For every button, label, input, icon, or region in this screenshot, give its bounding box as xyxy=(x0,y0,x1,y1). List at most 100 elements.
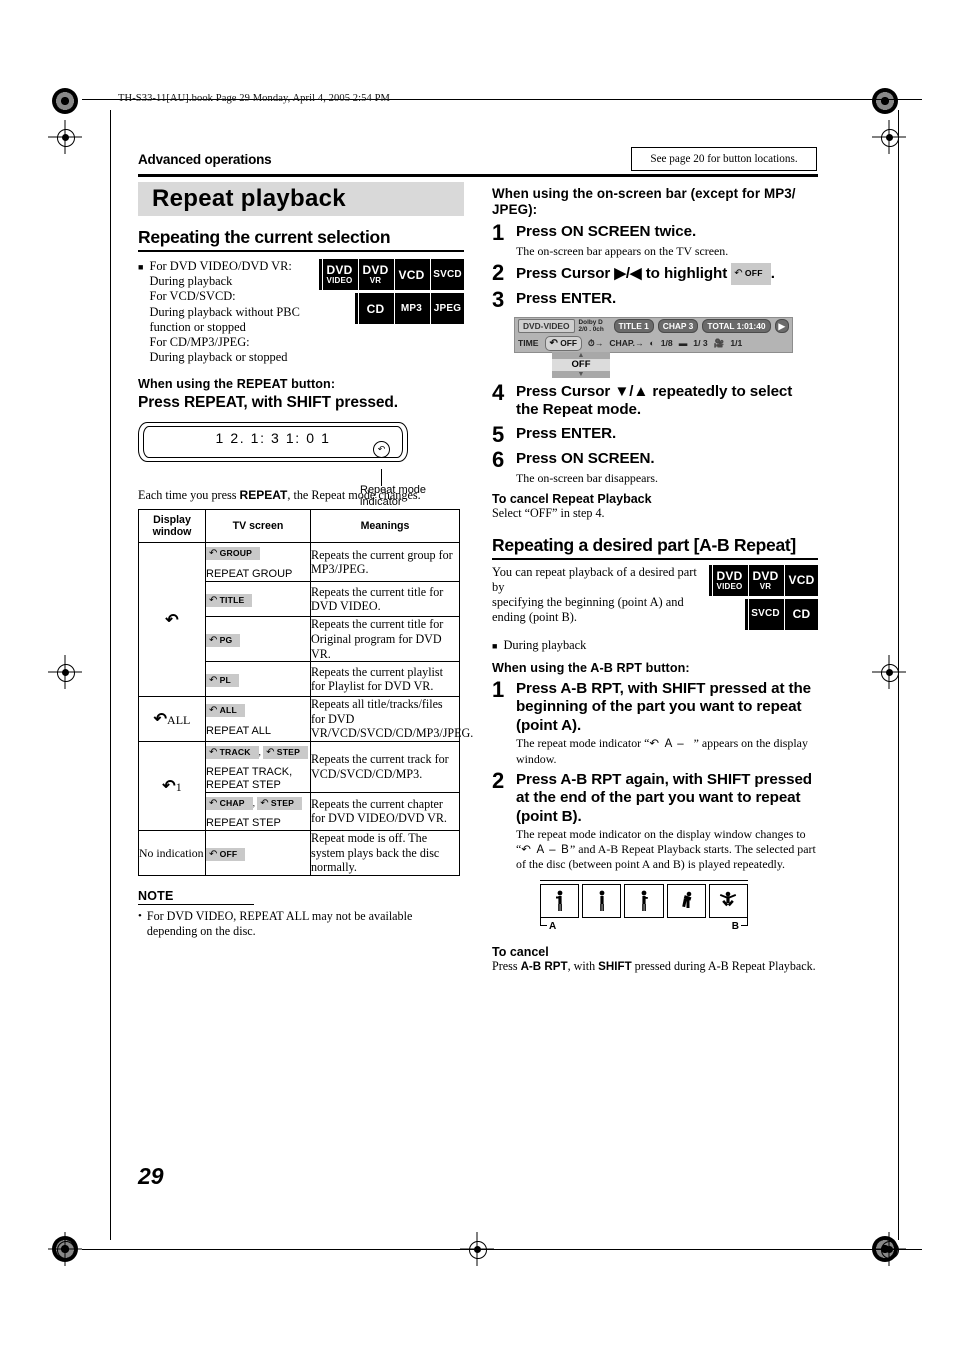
to-cancel-body: Press A-B RPT, with SHIFT pressed during… xyxy=(492,959,818,975)
repeat-glyph: ↶ xyxy=(266,746,275,758)
condition-text: For DVD VIDEO/DVD VR: During playback Fo… xyxy=(149,259,319,365)
on-screen-bar-figure: DVD-VIDEO Dolby D 2/0 . 0ch TITLE 1 CHAP… xyxy=(514,316,793,378)
osd-repeat-dropdown[interactable]: ▲ OFF ▼ xyxy=(552,351,610,378)
ab-disc-badge-group: DVD VIDEO DVD VR VCD SVCD CD xyxy=(709,564,818,654)
header-divider xyxy=(138,174,818,177)
osd-audio-format-line1: Dolby D xyxy=(578,319,603,327)
osd-audio-value: 1/8 xyxy=(660,338,673,349)
step-1-sub: The on-screen bar appears on the TV scre… xyxy=(516,244,729,258)
tv-plain-repeat-all: REPEAT ALL xyxy=(206,725,272,738)
step-5: 5 Press ENTER. xyxy=(492,421,818,447)
disc-badge-cd: CD xyxy=(781,598,818,630)
onscreen-bar-heading-line1: When using the on-screen bar (except for… xyxy=(492,186,796,201)
tv-plain-repeat-step: REPEAT STEP xyxy=(206,816,281,829)
step-text: Press ON SCREEN. xyxy=(516,449,655,467)
osd-chip-pg: ↶ PG xyxy=(206,634,241,648)
osd-angle-value: 1/1 xyxy=(730,338,743,349)
note-heading: NOTE xyxy=(138,888,174,903)
disc-badge-mp3: MP3 xyxy=(391,293,428,324)
step-text: Press ENTER. xyxy=(516,289,617,307)
on-screen-bar-bottom-row: TIME ↶ OFF ⏱→ CHAP.→ ◐ 1/8 ▬ 1/ 3 🎥 1/1 xyxy=(515,335,792,352)
ab-step-2: 2 Press A-B RPT again, with SHIFT presse… xyxy=(492,767,818,827)
tv-plain-repeat-group: REPEAT GROUP xyxy=(206,568,293,581)
repeat-arrow-icon: ↶ xyxy=(165,611,179,629)
document-page: TH-S33-11[AU].book Page 29 Monday, April… xyxy=(0,0,954,1351)
osd-chip-label: OFF xyxy=(744,268,763,279)
ab-step-1-sub-before: The repeat mode indicator “ xyxy=(516,736,650,751)
osd-chapter-indicator: CHAP 3 xyxy=(657,319,699,334)
person-standing-icon xyxy=(555,890,562,912)
step-number: 2 xyxy=(492,767,505,793)
step-text: Press A-B RPT, with SHIFT pressed at the… xyxy=(516,679,812,734)
osd-repeat-selector[interactable]: ↶ OFF xyxy=(544,335,582,351)
ab-repeat-title: Repeating a desired part [A-B Repeat] xyxy=(492,534,796,555)
cell-tv-screen-all: ↶ ALL REPEAT ALL xyxy=(205,696,311,742)
disc-badge-line2: VR xyxy=(759,581,772,591)
cell-display-window-all: ↶ALL xyxy=(138,696,206,742)
disc-badge-line2: VIDEO xyxy=(716,581,743,591)
dropdown-up-arrow-icon[interactable]: ▲ xyxy=(552,351,610,359)
step-4: 4 Press Cursor ▼/▲ repeatedly to select … xyxy=(492,381,818,420)
cancel-repeat-heading: To cancel Repeat Playback xyxy=(492,492,652,507)
step-2: 2 Press Cursor ▶/◀ to highlight ↶ OFF. xyxy=(492,260,818,286)
step-number: 1 xyxy=(492,676,505,702)
osd-time-search-icon[interactable]: ⏱→ xyxy=(588,338,603,349)
to-cancel-part-1: Press xyxy=(492,959,521,974)
ab-disc-badge-row-2: SVCD CD xyxy=(713,598,818,630)
cursor-left-right-icon: ▶/◀ xyxy=(614,265,642,283)
repeat-glyph: ↶ xyxy=(209,548,218,560)
film-strip-top-rule xyxy=(540,879,748,882)
point-b-bracket xyxy=(741,918,748,927)
disc-badge-row-1: DVD VIDEO DVD VR VCD SVCD xyxy=(319,259,464,290)
osd-subtitle-value: 1/ 3 xyxy=(693,338,708,349)
crop-mark-top-right xyxy=(872,120,906,154)
osd-chapter-search[interactable]: CHAP.→ xyxy=(609,338,643,348)
table-row: ↶ALL ↶ ALL REPEAT ALL Repeats all title/t… xyxy=(138,696,473,742)
osd-repeat-value: OFF xyxy=(560,337,577,348)
note-bullet-icon: • xyxy=(138,910,142,923)
repeat-glyph: ↶ xyxy=(209,746,218,758)
column-header-tv-screen: TV screen xyxy=(205,509,311,544)
ab-intro-block: You can repeat playback of a desired par… xyxy=(492,564,818,654)
osd-chip-pair-chap: ↶ CHAP, ↶ STEP xyxy=(206,793,310,811)
repeat-glyph: ↶ xyxy=(209,595,218,607)
osd-chip-label: PG xyxy=(219,635,233,646)
display-window-readout: 1 2. 1: 3 1: 0 1 xyxy=(215,430,331,447)
repeat-glyph: ↶ xyxy=(549,337,558,349)
ab-step-1-sub: The repeat mode indicator “↶ A – ” appea… xyxy=(516,736,818,766)
osd-chip-pl: ↶ PL xyxy=(206,674,239,688)
step-number: 5 xyxy=(492,421,505,447)
condition-line-1: During playback xyxy=(149,274,233,289)
disc-badge-jpeg: JPEG xyxy=(427,293,464,324)
display-window-one-label: 1 xyxy=(175,779,182,794)
ab-indicator-a-value: A – xyxy=(664,738,685,751)
cell-tv-screen-group: ↶ GROUP REPEAT GROUP xyxy=(205,542,311,583)
disc-badge-line1: DVD xyxy=(362,263,389,277)
ab-step-2-sub-line1: The repeat mode indicator on the display… xyxy=(516,827,806,842)
person-bending-icon xyxy=(682,891,692,909)
repeat-arrow-icon: ↶ xyxy=(162,777,176,795)
disc-badge-vcd: VCD xyxy=(391,259,428,290)
display-window-figure: 1 2. 1: 3 1: 0 1 ↶ Repeat mode indicator xyxy=(138,422,464,508)
step-2-mid: to highlight xyxy=(641,265,732,283)
film-frame-1 xyxy=(540,884,580,919)
disc-badge-svcd: SVCD xyxy=(745,598,782,630)
display-window-panel: 1 2. 1: 3 1: 0 1 ↶ xyxy=(138,422,408,463)
cell-meaning-title: Repeats the current title for DVD VIDEO. xyxy=(310,581,460,618)
when-using-repeat-heading: When using the REPEAT button: xyxy=(138,377,336,392)
step-number: 2 xyxy=(492,260,505,286)
ab-intro-line-1: specifying the beginning (point A) and xyxy=(492,595,684,610)
dropdown-down-arrow-icon[interactable]: ▼ xyxy=(552,370,610,378)
point-a-bracket xyxy=(540,918,547,927)
left-trim-line xyxy=(110,110,111,1240)
osd-chip-pair-track: ↶ TRACK, ↶ STEP xyxy=(206,742,310,760)
ab-bullet-text: During playback xyxy=(503,637,587,652)
press-repeat-instruction: Press REPEAT, with SHIFT pressed. xyxy=(138,394,398,412)
cell-tv-screen-title: ↶ TITLE xyxy=(205,581,311,618)
repeat-arrow-icon: ↶ xyxy=(153,711,168,729)
point-a-label: A xyxy=(549,921,557,933)
cell-meaning-chap: Repeats the current chapter for DVD VIDE… xyxy=(310,791,460,831)
disc-badge-dvd-video: DVD VIDEO xyxy=(319,259,356,290)
note-item-text: For DVD VIDEO, REPEAT ALL may not be ava… xyxy=(146,909,413,938)
ab-intro-line-2: ending (point B). xyxy=(492,610,578,625)
